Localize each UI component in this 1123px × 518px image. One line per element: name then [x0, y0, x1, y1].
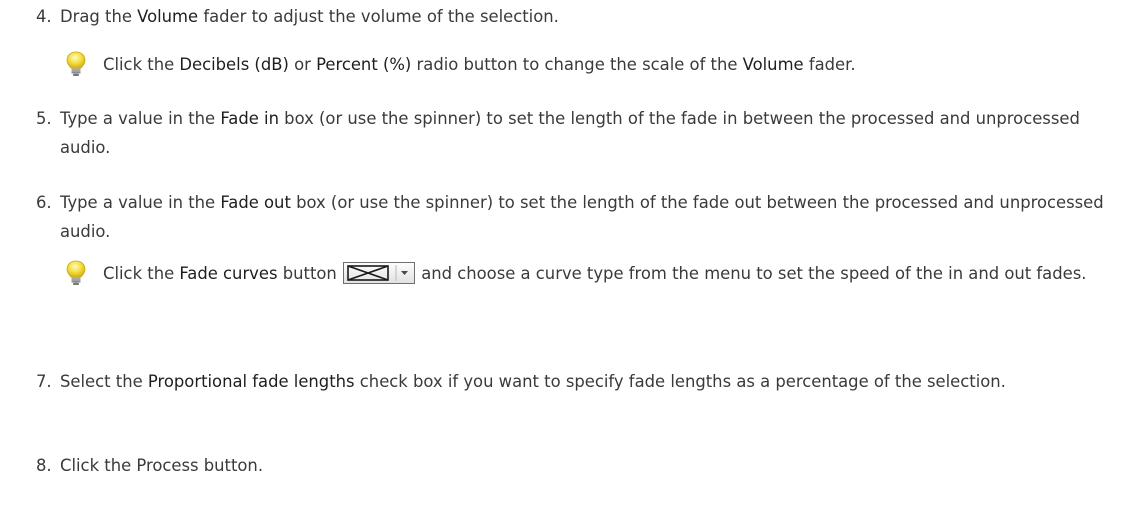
ui-term-decibels: Decibels (dB) [179, 55, 289, 74]
step-number: 4. [36, 7, 52, 26]
ui-term-percent: Percent (%) [316, 55, 412, 74]
tip-text: Click the Fade curves button and choose … [103, 259, 1113, 288]
step-number: 7. [36, 372, 52, 391]
ui-term-fade-curves: Fade curves [179, 264, 278, 283]
chevron-down-icon [401, 270, 408, 275]
step-text: Select the Proportional fade lengths che… [60, 372, 1006, 391]
step-text: Click the Process button. [60, 456, 264, 475]
step-number: 6. [36, 193, 52, 212]
ui-term-fade-in: Fade in [220, 109, 279, 128]
tip-text: Click the Decibels (dB) or Percent (%) r… [103, 55, 856, 74]
step-number: 5. [36, 109, 52, 128]
fade-curves-button[interactable] [343, 261, 415, 284]
ui-term-fade-out: Fade out [220, 193, 291, 212]
lightbulb-icon [65, 260, 87, 286]
step-number: 8. [36, 456, 52, 475]
step-text: Drag the Volume fader to adjust the volu… [60, 7, 559, 26]
ui-term-volume: Volume [742, 55, 804, 74]
step-text: Type a value in the Fade out box (or use… [60, 193, 1104, 241]
step-text: Type a value in the Fade in box (or use … [60, 109, 1080, 157]
lightbulb-icon [65, 51, 87, 77]
ui-term-volume: Volume [137, 7, 199, 26]
ui-term-proportional-fade-lengths: Proportional fade lengths [147, 372, 355, 391]
